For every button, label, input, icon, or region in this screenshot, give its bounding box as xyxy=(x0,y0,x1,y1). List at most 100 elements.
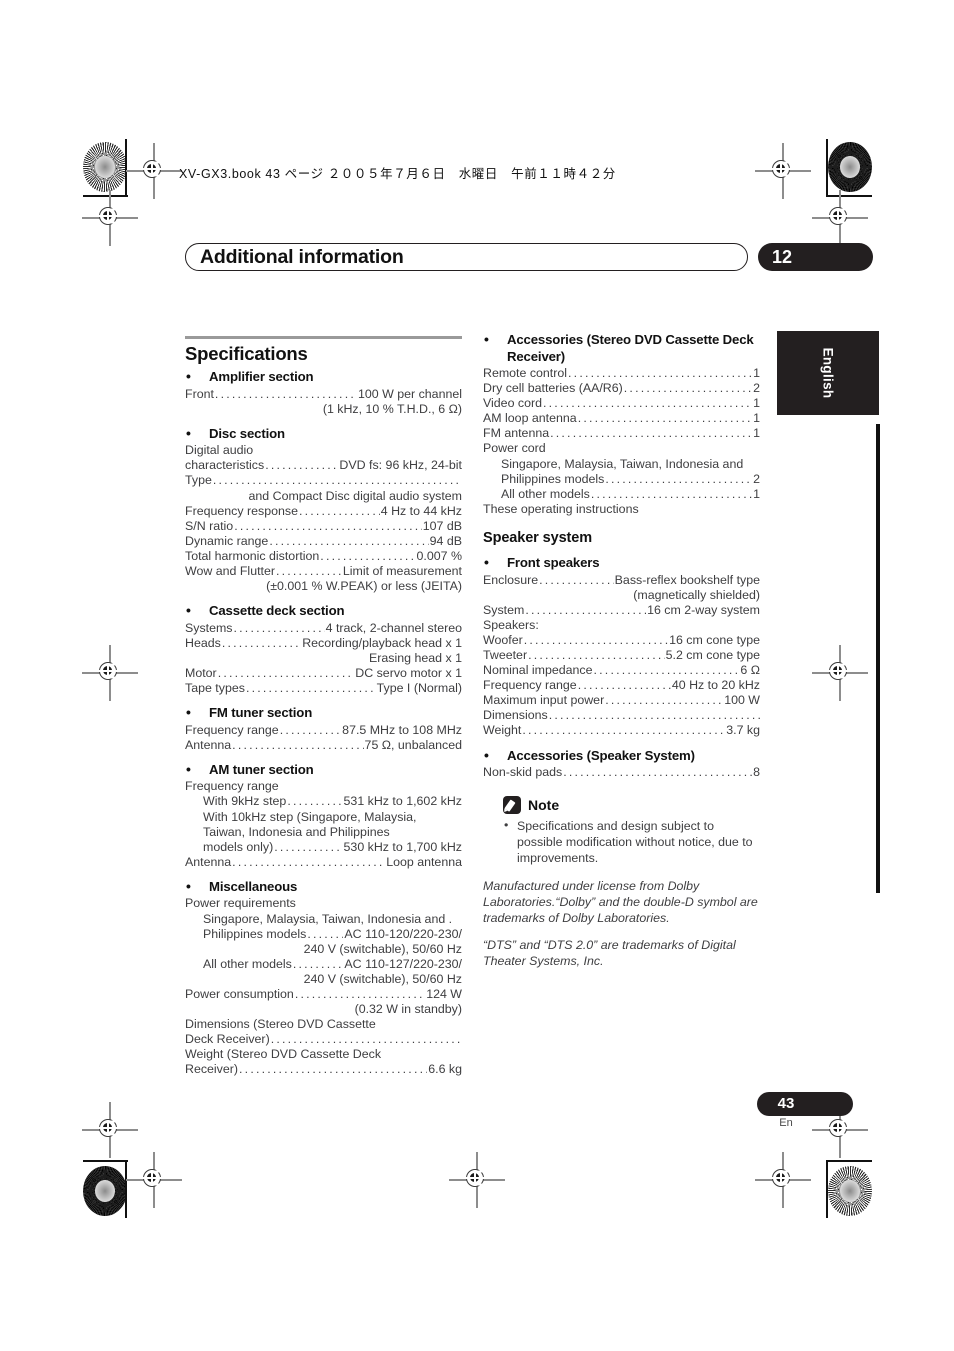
spec-value: 100 W per channel xyxy=(357,386,462,401)
spec-row: characteristics DVD fs: 96 kHz, 24-bit xyxy=(185,458,462,473)
spec-value: DVD fs: 96 kHz, 24-bit xyxy=(339,458,462,473)
spec-value: Type I (Normal) xyxy=(376,681,462,696)
dot-leader xyxy=(563,765,752,780)
spec-label: Tape types xyxy=(185,681,245,696)
front-speakers-heading: Front speakers xyxy=(483,554,760,572)
spec-row: Woofer 16 cm cone type xyxy=(483,633,760,648)
spec-value: Loop antenna xyxy=(386,854,462,869)
spec-value: 94 dB xyxy=(429,533,462,548)
dot-leader xyxy=(578,411,752,426)
spec-row: Dry cell batteries (AA/R6) 2 xyxy=(483,381,760,396)
spec-text: Power requirements xyxy=(185,896,296,911)
am-tuner-section-heading: AM tuner section xyxy=(185,761,462,779)
spec-row: S/N ratio 107 dB xyxy=(185,519,462,534)
crop-mark-bottom-right-v xyxy=(826,1160,828,1218)
spec-continuation: (magnetically shielded) xyxy=(633,587,760,602)
dot-leader xyxy=(320,549,415,564)
print-header: XV-GX3.book 43 ページ ２００５年７月６日 水曜日 午前１１時４２… xyxy=(179,167,616,181)
am-tuner-rows: Frequency rangeWith 9kHz step 531 kHz to … xyxy=(185,779,462,870)
spec-row: Front 100 W per channel xyxy=(185,387,462,402)
spec-row: Philippines models 2 xyxy=(483,472,760,487)
spec-label: Weight xyxy=(483,723,522,738)
crop-mark-top-right-v xyxy=(826,139,828,197)
dot-leader xyxy=(550,426,752,441)
dot-leader: ... xyxy=(213,473,462,488)
spec-label: Enclosure xyxy=(483,572,539,587)
registration-mark-bottom-left xyxy=(126,1152,182,1208)
dot-leader xyxy=(299,504,380,519)
spec-value: 75 Ω, unbalanced xyxy=(364,737,462,752)
dot-leader xyxy=(280,723,341,738)
spec-value: AC 110-127/220-230/ xyxy=(344,956,462,971)
spec-text: Weight (Stereo DVD Cassette Deck xyxy=(185,1047,382,1062)
spec-value: 531 kHz to 1,602 kHz xyxy=(343,794,462,809)
miscellaneous-section-heading: Miscellaneous xyxy=(185,878,462,896)
dot-leader xyxy=(276,564,342,579)
spec-row: Frequency range 87.5 MHz to 108 MHz xyxy=(185,723,462,738)
spec-row: Tweeter 5.2 cm cone type xyxy=(483,648,760,663)
spec-label: Video cord xyxy=(483,396,543,411)
edge-thumb-tab-1 xyxy=(876,424,880,527)
spec-value: Recording/playback head x 1 xyxy=(302,635,462,650)
spec-value: 2 xyxy=(753,471,760,486)
spec-label: All other models xyxy=(203,956,292,971)
spec-text: Dimensions (Stereo DVD Cassette xyxy=(185,1017,376,1032)
dot-leader xyxy=(568,366,752,381)
speaker-system-heading: Speaker system xyxy=(483,529,593,546)
spec-row: Type...DVD system, Video CD/Super VCD sy… xyxy=(185,473,462,488)
dot-leader: ... xyxy=(549,708,760,723)
spec-row: Total harmonic distortion 0.007 % xyxy=(185,549,462,564)
dot-leader xyxy=(528,648,665,663)
spec-continuation: Erasing head x 1 xyxy=(369,650,462,665)
spec-value: 8 xyxy=(753,765,760,780)
front-speakers-rows: Enclosure Bass-reflex bookshelf type(magn… xyxy=(483,573,760,739)
language-tab: English xyxy=(777,331,879,415)
page-number: 43 xyxy=(777,1095,795,1112)
spec-label: Dimensions xyxy=(483,708,548,723)
spec-label: FM antenna xyxy=(483,426,550,441)
spec-row: Weight 3.7 kg xyxy=(483,723,760,738)
edge-thumb-tab-3 xyxy=(876,607,880,710)
spec-continuation: (±0.001 % W.PEAK) or less (JEITA) xyxy=(266,579,462,594)
edge-thumb-tab-2 xyxy=(876,516,880,619)
spec-value: 1 xyxy=(753,426,760,441)
spec-row: Heads Recording/playback head x 1 xyxy=(185,636,462,651)
dot-leader xyxy=(591,487,752,502)
spec-text: Taiwan, Indonesia and Philippines xyxy=(203,824,390,839)
spec-value: 0.007 % xyxy=(416,548,462,563)
spec-value: 1 xyxy=(753,486,760,501)
spec-row: With 9kHz step 531 kHz to 1,602 kHz xyxy=(185,794,462,809)
spec-label: Dynamic range xyxy=(185,533,269,548)
spec-row: Frequency range 40 Hz to 20 kHz xyxy=(483,678,760,693)
dot-leader xyxy=(222,636,301,651)
spec-value: Limit of measurement xyxy=(342,564,462,579)
dolby-trademark-notice: Manufactured under license from Dolby La… xyxy=(483,879,758,926)
spec-value: 100 W xyxy=(724,693,760,708)
spec-value: 6 Ω xyxy=(740,663,760,678)
dot-leader xyxy=(578,678,671,693)
page-title: Additional information xyxy=(200,246,404,268)
dot-leader xyxy=(287,794,342,809)
spec-row: Non-skid pads 8 xyxy=(483,765,760,780)
dot-leader xyxy=(239,1062,427,1077)
dot-leader xyxy=(524,633,668,648)
spec-label: Type xyxy=(185,473,212,488)
spec-row: Systems 4 track, 2-channel stereo xyxy=(185,621,462,636)
dot-leader xyxy=(274,840,342,855)
spec-text: With 10kHz step (Singapore, Malaysia, xyxy=(203,809,417,824)
spec-label: Deck Receiver) xyxy=(185,1032,270,1047)
spec-value: 1 xyxy=(753,396,760,411)
spec-continuation: 240 V (switchable), 50/60 Hz xyxy=(303,941,462,956)
spec-row: All other models AC 110-127/220-230/ xyxy=(185,957,462,972)
dot-leader xyxy=(543,396,752,411)
accessories-speaker-rows: Non-skid pads 8 xyxy=(483,765,760,780)
spec-row: Nominal impedance 6 Ω xyxy=(483,663,760,678)
spec-row: Dimensions...200 (W) x 350.5 (H) x 251 (… xyxy=(483,708,760,723)
spec-value: 4 Hz to 44 kHz xyxy=(380,503,462,518)
spec-label: Motor xyxy=(185,666,217,680)
spec-row: models only) 530 kHz to 1,700 kHz xyxy=(185,840,462,855)
spec-row: FM antenna 1 xyxy=(483,426,760,441)
spec-row: All other models 1 xyxy=(483,487,760,502)
disc-rows: Digital audiocharacteristics DVD fs: 96 k… xyxy=(185,443,462,594)
right-column: Accessories (Stereo DVD Cassette Deck Re… xyxy=(483,328,760,969)
